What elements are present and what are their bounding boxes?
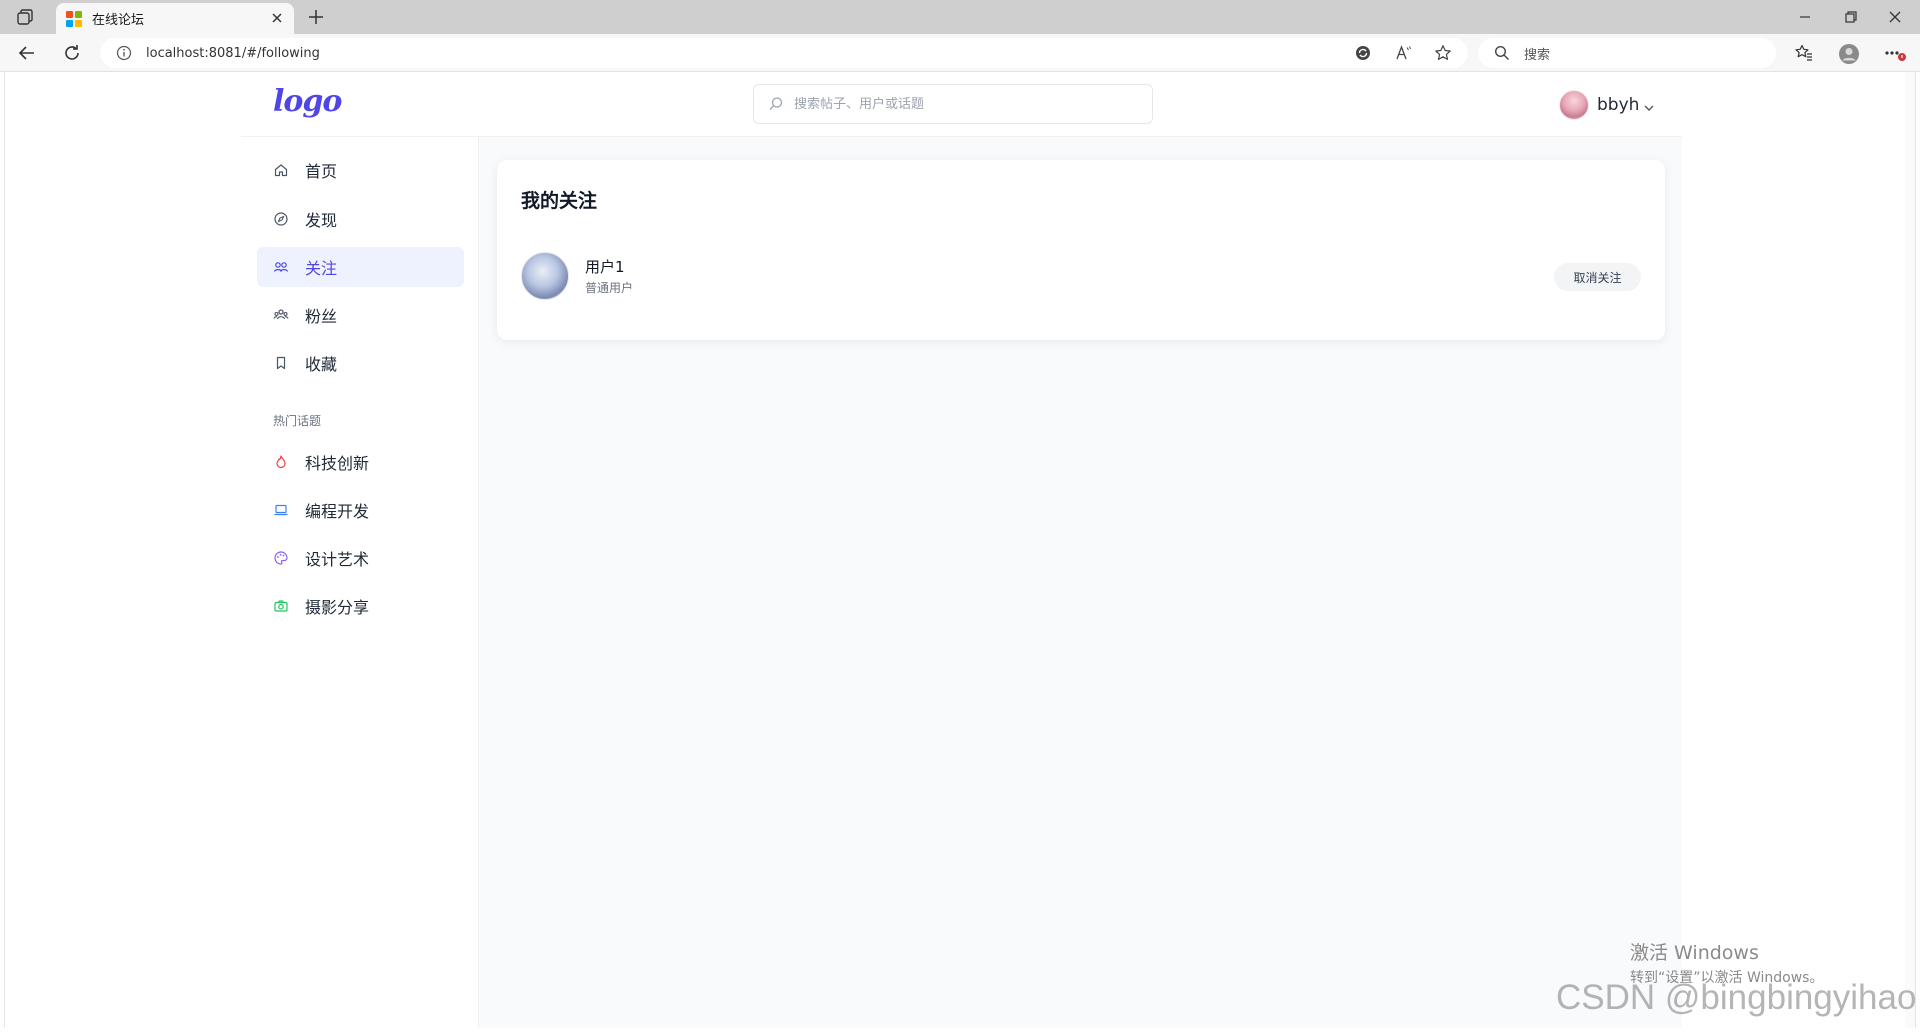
list-item: 用户1 普通用户 取消关注 [521, 252, 1641, 304]
topic-item-tech[interactable]: 科技创新 [257, 442, 464, 482]
refresh-page-icon[interactable] [1354, 44, 1372, 62]
topic-label: 编程开发 [305, 502, 370, 521]
close-window-icon[interactable] [1886, 8, 1904, 26]
sidebar: 首页 发现 关注 粉丝 收藏 热门话题 科技创新 编程开发 设计艺术 摄影分享 [241, 137, 479, 1028]
page-title: 我的关注 [521, 190, 598, 212]
user-avatar[interactable] [1559, 90, 1589, 120]
address-bar[interactable]: localhost:8081/#/following [100, 38, 1468, 68]
browser-toolbar: localhost:8081/#/following 搜索 [0, 34, 1920, 72]
sidebar-item-label: 发现 [305, 211, 338, 230]
site-search-input[interactable] [794, 96, 1134, 112]
tab-title: 在线论坛 [92, 13, 145, 28]
flame-icon [273, 454, 289, 470]
topic-label: 科技创新 [305, 454, 370, 473]
read-aloud-icon[interactable] [1394, 44, 1412, 62]
unfollow-button[interactable]: 取消关注 [1554, 263, 1641, 291]
compass-icon [273, 211, 289, 227]
browser-tab[interactable]: 在线论坛 [56, 3, 294, 34]
users-icon [273, 259, 289, 275]
search-icon [1494, 45, 1510, 61]
browser-search-placeholder: 搜索 [1524, 47, 1551, 63]
followed-user-name[interactable]: 用户1 [585, 256, 625, 277]
chevron-down-icon[interactable] [1643, 99, 1655, 111]
profile-icon[interactable] [1838, 43, 1859, 64]
topic-item-programming[interactable]: 编程开发 [257, 490, 464, 530]
sidebar-item-label: 关注 [305, 259, 338, 278]
more-options-icon[interactable] [1884, 43, 1906, 63]
close-tab-icon[interactable] [269, 10, 285, 26]
minimize-icon[interactable] [1796, 8, 1814, 26]
activation-line-1: 激活 Windows [1630, 942, 1759, 964]
sidebar-item-fans[interactable]: 粉丝 [257, 295, 464, 335]
user-name[interactable]: bbyh [1597, 95, 1639, 115]
sidebar-item-home[interactable]: 首页 [257, 150, 464, 190]
main-content: 我的关注 用户1 普通用户 取消关注 [479, 137, 1682, 1028]
following-card: 我的关注 用户1 普通用户 取消关注 [497, 160, 1665, 340]
page-viewport: logo bbyh 首页 发现 [4, 72, 1916, 1028]
topic-item-photography[interactable]: 摄影分享 [257, 586, 464, 626]
favorite-star-icon[interactable] [1434, 44, 1452, 62]
home-icon [273, 162, 289, 178]
site-search-box[interactable] [753, 84, 1153, 124]
palette-icon [273, 550, 289, 566]
favorites-icon[interactable] [1794, 43, 1814, 63]
site-info-icon[interactable] [116, 45, 132, 61]
topic-item-design[interactable]: 设计艺术 [257, 538, 464, 578]
search-icon [768, 96, 784, 112]
sidebar-item-following[interactable]: 关注 [257, 247, 464, 287]
sidebar-item-label: 首页 [305, 162, 338, 181]
followed-user-role: 普通用户 [585, 281, 634, 295]
new-tab-icon[interactable] [306, 7, 326, 27]
browser-search-box[interactable]: 搜索 [1478, 38, 1776, 68]
avatar[interactable] [521, 252, 569, 300]
topic-label: 设计艺术 [305, 550, 370, 569]
reload-icon[interactable] [62, 43, 82, 63]
browser-tabstrip: 在线论坛 [0, 0, 1920, 34]
workspaces-icon[interactable] [14, 7, 36, 27]
site-header: logo bbyh [241, 72, 1682, 137]
bookmark-icon [273, 355, 289, 371]
fans-icon [273, 307, 289, 323]
csdn-watermark: CSDN @bingbingyihao [1556, 978, 1917, 1017]
hot-topics-title: 热门话题 [273, 414, 322, 428]
back-icon[interactable] [17, 43, 37, 63]
site-logo[interactable]: logo [273, 84, 342, 119]
sidebar-item-label: 收藏 [305, 355, 338, 374]
page-scrollbar[interactable] [1905, 72, 1915, 1028]
topic-label: 摄影分享 [305, 598, 370, 617]
camera-icon [273, 598, 289, 614]
restore-icon[interactable] [1842, 8, 1860, 26]
sidebar-item-favorites[interactable]: 收藏 [257, 343, 464, 383]
user-menu[interactable]: bbyh [1559, 88, 1655, 122]
sidebar-item-discover[interactable]: 发现 [257, 199, 464, 239]
sidebar-item-label: 粉丝 [305, 307, 338, 326]
site-favicon-icon [66, 10, 82, 27]
laptop-icon [273, 502, 289, 518]
url-text[interactable]: localhost:8081/#/following [146, 46, 320, 61]
